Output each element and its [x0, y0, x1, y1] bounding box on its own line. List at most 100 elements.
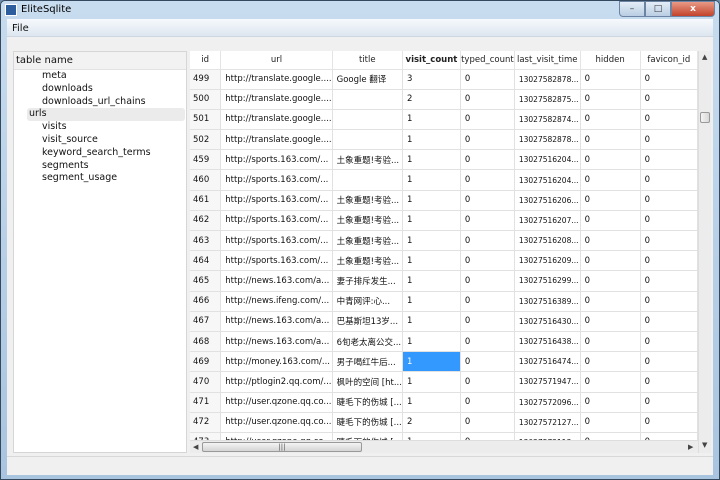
cell-last-visit-time[interactable]: 13027582878...: [514, 129, 581, 151]
table-row[interactable]: 464 http://sports.163.com/... 土象重题!考验... 1 0…: [190, 250, 698, 272]
cell-last-visit-time[interactable]: 13027516389...: [514, 291, 581, 312]
cell-title[interactable]: 中青网评:心...: [332, 291, 403, 312]
cell-url[interactable]: http://user.qzone.qq.co...: [220, 432, 333, 440]
column-header-id[interactable]: id: [190, 51, 222, 70]
cell-typed-count[interactable]: 0: [460, 69, 515, 90]
table-row[interactable]: 499 http://translate.google.... Google 翻译 3…: [190, 69, 698, 90]
horizontal-scrollbar[interactable]: ◀ ||| ▶: [190, 440, 698, 453]
cell-title[interactable]: 男子喝红牛后...: [332, 351, 403, 373]
cell-last-visit-time[interactable]: 13027572127...: [514, 412, 581, 433]
cell-id[interactable]: 463: [190, 230, 222, 252]
cell-url[interactable]: http://translate.google....: [220, 109, 333, 131]
cell-url[interactable]: http://sports.163.com/...: [220, 169, 333, 191]
table-row[interactable]: 466 http://news.ifeng.com/... 中青网评:心... 1 0 1…: [190, 291, 698, 312]
cell-favicon-id[interactable]: 0: [640, 371, 698, 393]
cell-typed-count[interactable]: 0: [460, 190, 515, 211]
cell-last-visit-time[interactable]: 13027572096...: [514, 392, 581, 413]
column-header-typed-count[interactable]: typed_count: [460, 51, 515, 70]
cell-favicon-id[interactable]: 0: [640, 311, 698, 332]
vertical-scroll-thumb[interactable]: [700, 112, 710, 123]
cell-id[interactable]: 473: [190, 432, 222, 440]
close-button[interactable]: x: [671, 1, 715, 17]
cell-title[interactable]: [332, 129, 403, 151]
scroll-up-icon[interactable]: ▲: [702, 53, 707, 61]
cell-typed-count[interactable]: 0: [460, 109, 515, 131]
cell-typed-count[interactable]: 0: [460, 331, 515, 353]
cell-id[interactable]: 467: [190, 311, 222, 332]
minimize-button[interactable]: –: [619, 1, 645, 17]
cell-last-visit-time[interactable]: 13027572113...: [514, 432, 581, 440]
cell-visit-count[interactable]: 1: [402, 149, 461, 171]
cell-last-visit-time[interactable]: 13027582875...: [514, 89, 581, 110]
cell-typed-count[interactable]: 0: [460, 89, 515, 110]
cell-hidden[interactable]: 0: [580, 371, 641, 393]
table-row[interactable]: 500 http://translate.google.... 2 0 13027582…: [190, 89, 698, 110]
cell-favicon-id[interactable]: 0: [640, 109, 698, 131]
table-row[interactable]: 463 http://sports.163.com/... 土象重题!考验... 1 0…: [190, 230, 698, 252]
table-list-item-meta[interactable]: meta: [27, 70, 186, 83]
cell-id[interactable]: 500: [190, 89, 222, 110]
cell-visit-count[interactable]: 2: [402, 89, 461, 110]
cell-visit-count[interactable]: 1: [402, 109, 461, 131]
cell-title[interactable]: 睫毛下的伤城 [...: [332, 432, 403, 440]
cell-id[interactable]: 472: [190, 412, 222, 433]
table-row[interactable]: 468 http://news.163.com/a... 6旬老太离公交... 1 0 1…: [190, 331, 698, 353]
cell-last-visit-time[interactable]: 13027516204...: [514, 149, 581, 171]
table-row[interactable]: 472 http://user.qzone.qq.co... 睫毛下的伤城 [...…: [190, 412, 698, 433]
cell-url[interactable]: http://money.163.com/...: [220, 351, 333, 373]
cell-url[interactable]: http://user.qzone.qq.co...: [220, 412, 333, 433]
cell-typed-count[interactable]: 0: [460, 291, 515, 312]
cell-typed-count[interactable]: 0: [460, 392, 515, 413]
cell-favicon-id[interactable]: 0: [640, 392, 698, 413]
cell-hidden[interactable]: 0: [580, 270, 641, 292]
cell-url[interactable]: http://user.qzone.qq.co...: [220, 392, 333, 413]
cell-favicon-id[interactable]: 0: [640, 291, 698, 312]
table-list-item-downloads-url-chains[interactable]: downloads_url_chains: [27, 96, 186, 109]
cell-favicon-id[interactable]: 0: [640, 210, 698, 232]
scroll-left-icon[interactable]: ◀: [193, 443, 198, 451]
cell-title[interactable]: [332, 109, 403, 131]
cell-favicon-id[interactable]: 0: [640, 432, 698, 440]
cell-typed-count[interactable]: 0: [460, 412, 515, 433]
table-row[interactable]: 465 http://news.163.com/a... 妻子排斥发生... 1 0 13…: [190, 270, 698, 292]
cell-last-visit-time[interactable]: 13027516209...: [514, 250, 581, 272]
cell-visit-count[interactable]: 1: [402, 250, 461, 272]
cell-last-visit-time[interactable]: 13027571947...: [514, 371, 581, 393]
cell-hidden[interactable]: 0: [580, 331, 641, 353]
cell-typed-count[interactable]: 0: [460, 311, 515, 332]
cell-visit-count[interactable]: 1: [402, 210, 461, 232]
table-list-item-segments[interactable]: segments: [27, 160, 186, 173]
cell-last-visit-time[interactable]: 13027516438...: [514, 331, 581, 353]
cell-hidden[interactable]: 0: [580, 210, 641, 232]
cell-visit-count[interactable]: 1: [402, 270, 461, 292]
table-row[interactable]: 469 http://money.163.com/... 男子喝红牛后... 1 0 13…: [190, 351, 698, 373]
cell-url[interactable]: http://news.163.com/a...: [220, 311, 333, 332]
cell-hidden[interactable]: 0: [580, 149, 641, 171]
cell-favicon-id[interactable]: 0: [640, 230, 698, 252]
cell-favicon-id[interactable]: 0: [640, 129, 698, 151]
cell-id[interactable]: 499: [190, 69, 222, 90]
cell-title[interactable]: [332, 169, 403, 191]
table-list-item-segment-usage[interactable]: segment_usage: [27, 172, 186, 185]
cell-favicon-id[interactable]: 0: [640, 149, 698, 171]
cell-favicon-id[interactable]: 0: [640, 250, 698, 272]
cell-favicon-id[interactable]: 0: [640, 190, 698, 211]
cell-url[interactable]: http://sports.163.com/...: [220, 230, 333, 252]
cell-favicon-id[interactable]: 0: [640, 89, 698, 110]
cell-visit-count[interactable]: 1: [402, 371, 461, 393]
cell-hidden[interactable]: 0: [580, 392, 641, 413]
cell-last-visit-time[interactable]: 13027516474...: [514, 351, 581, 373]
cell-favicon-id[interactable]: 0: [640, 169, 698, 191]
cell-last-visit-time[interactable]: 13027582878...: [514, 69, 581, 90]
cell-favicon-id[interactable]: 0: [640, 351, 698, 373]
column-header-visit-count[interactable]: visit_count: [402, 51, 461, 70]
cell-url[interactable]: http://sports.163.com/...: [220, 210, 333, 232]
cell-typed-count[interactable]: 0: [460, 432, 515, 440]
cell-typed-count[interactable]: 0: [460, 210, 515, 232]
table-list-item-urls[interactable]: urls: [27, 108, 185, 122]
cell-hidden[interactable]: 0: [580, 190, 641, 211]
cell-title[interactable]: [332, 89, 403, 110]
vertical-scrollbar[interactable]: ▲ ▼: [698, 51, 711, 453]
cell-url[interactable]: http://sports.163.com/...: [220, 250, 333, 272]
cell-url[interactable]: http://news.ifeng.com/...: [220, 291, 333, 312]
